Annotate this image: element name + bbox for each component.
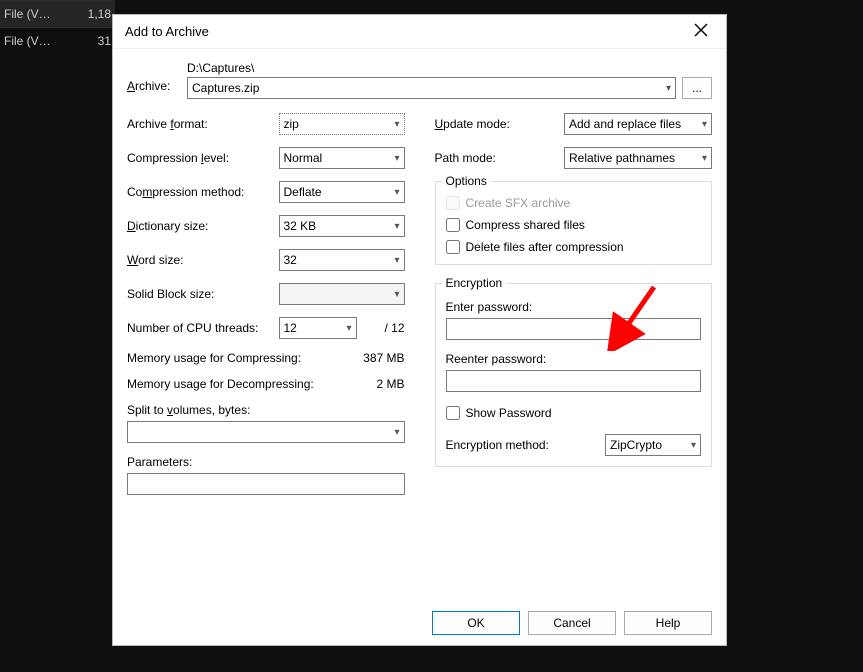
browse-button[interactable]: ... — [682, 77, 712, 99]
enter-password-input[interactable] — [446, 318, 702, 340]
reenter-password-label: Reenter password: — [446, 352, 702, 366]
encryption-fieldset: Encryption Enter password: Reenter passw… — [435, 283, 713, 467]
archive-format-label: Archive format: — [127, 117, 279, 131]
bg-file-size: 31 — [98, 34, 111, 48]
chevron-down-icon: ▾ — [394, 221, 399, 232]
encryption-method-label: Encryption method: — [446, 438, 549, 452]
chevron-down-icon: ▾ — [394, 119, 399, 130]
dialog-footer: OK Cancel Help — [113, 601, 726, 645]
cancel-button[interactable]: Cancel — [528, 611, 616, 635]
compression-method-label: Compression method: — [127, 185, 279, 199]
archive-path: D:\Captures\ — [187, 61, 712, 75]
split-volumes-select[interactable]: ▾ — [127, 421, 405, 443]
options-legend: Options — [442, 174, 491, 188]
archive-name-value: Captures.zip — [192, 81, 259, 95]
chevron-down-icon: ▾ — [394, 153, 399, 164]
compression-level-select[interactable]: Normal▾ — [279, 147, 405, 169]
split-volumes-label: Split to volumes, bytes: — [127, 403, 405, 417]
compress-shared-checkbox[interactable] — [446, 218, 460, 232]
memory-decompress-label: Memory usage for Decompressing: — [127, 377, 314, 391]
background-file-list: File (V… 1,18 File (V… 31 — [0, 0, 115, 54]
show-password-checkbox[interactable] — [446, 406, 460, 420]
memory-decompress-value: 2 MB — [376, 377, 404, 391]
chevron-down-icon: ▾ — [394, 187, 399, 198]
archive-label: Archive: — [127, 61, 177, 93]
show-password-checkbox-row[interactable]: Show Password — [446, 406, 702, 420]
word-size-label: Word size: — [127, 253, 279, 267]
solid-block-size-label: Solid Block size: — [127, 287, 279, 301]
help-button[interactable]: Help — [624, 611, 712, 635]
chevron-down-icon: ▾ — [702, 153, 707, 164]
chevron-down-icon: ▾ — [394, 255, 399, 266]
chevron-down-icon: ▾ — [691, 440, 696, 451]
cpu-threads-label: Number of CPU threads: — [127, 321, 279, 335]
delete-after-checkbox[interactable] — [446, 240, 460, 254]
encryption-method-select[interactable]: ZipCrypto▾ — [605, 434, 701, 456]
bg-file-name: File (V… — [4, 7, 51, 21]
bg-file-name: File (V… — [4, 34, 51, 48]
dialog-title: Add to Archive — [125, 24, 209, 39]
path-mode-select[interactable]: Relative pathnames▾ — [564, 147, 712, 169]
sfx-checkbox-row: Create SFX archive — [446, 196, 702, 210]
chevron-down-icon: ▾ — [666, 83, 671, 94]
bg-file-row[interactable]: File (V… 31 — [0, 27, 115, 54]
parameters-input[interactable] — [127, 473, 405, 495]
word-size-select[interactable]: 32▾ — [279, 249, 405, 271]
dictionary-size-select[interactable]: 32 KB▾ — [279, 215, 405, 237]
cpu-threads-select[interactable]: 12▾ — [279, 317, 357, 339]
memory-compress-value: 387 MB — [363, 351, 404, 365]
compression-level-label: Compression level: — [127, 151, 279, 165]
cpu-threads-total: / 12 — [357, 321, 405, 335]
archive-name-select[interactable]: Captures.zip ▾ — [187, 77, 676, 99]
bg-file-size: 1,18 — [88, 7, 111, 21]
dictionary-size-label: Dictionary size: — [127, 219, 279, 233]
enter-password-label: Enter password: — [446, 300, 702, 314]
encryption-legend: Encryption — [442, 276, 507, 290]
memory-compress-label: Memory usage for Compressing: — [127, 351, 301, 365]
update-mode-select[interactable]: Add and replace files▾ — [564, 113, 712, 135]
add-to-archive-dialog: Add to Archive Archive: D:\Captures\ Cap… — [112, 14, 727, 646]
delete-after-checkbox-row[interactable]: Delete files after compression — [446, 240, 702, 254]
chevron-down-icon: ▾ — [394, 289, 399, 300]
left-column: Archive format: zip▾ Compression level: … — [127, 113, 405, 495]
compress-shared-checkbox-row[interactable]: Compress shared files — [446, 218, 702, 232]
solid-block-size-select: ▾ — [279, 283, 405, 305]
right-column: Update mode: Add and replace files▾ Path… — [435, 113, 713, 495]
reenter-password-input[interactable] — [446, 370, 702, 392]
sfx-checkbox — [446, 196, 460, 210]
ok-button[interactable]: OK — [432, 611, 520, 635]
compression-method-select[interactable]: Deflate▾ — [279, 181, 405, 203]
titlebar: Add to Archive — [113, 15, 726, 49]
update-mode-label: Update mode: — [435, 117, 565, 131]
chevron-down-icon: ▾ — [346, 323, 351, 334]
chevron-down-icon: ▾ — [394, 427, 399, 438]
close-icon — [694, 23, 708, 37]
path-mode-label: Path mode: — [435, 151, 565, 165]
bg-file-row[interactable]: File (V… 1,18 — [0, 0, 115, 27]
parameters-label: Parameters: — [127, 455, 405, 469]
options-fieldset: Options Create SFX archive Compress shar… — [435, 181, 713, 265]
archive-format-select[interactable]: zip▾ — [279, 113, 405, 135]
close-button[interactable] — [684, 19, 718, 45]
chevron-down-icon: ▾ — [702, 119, 707, 130]
